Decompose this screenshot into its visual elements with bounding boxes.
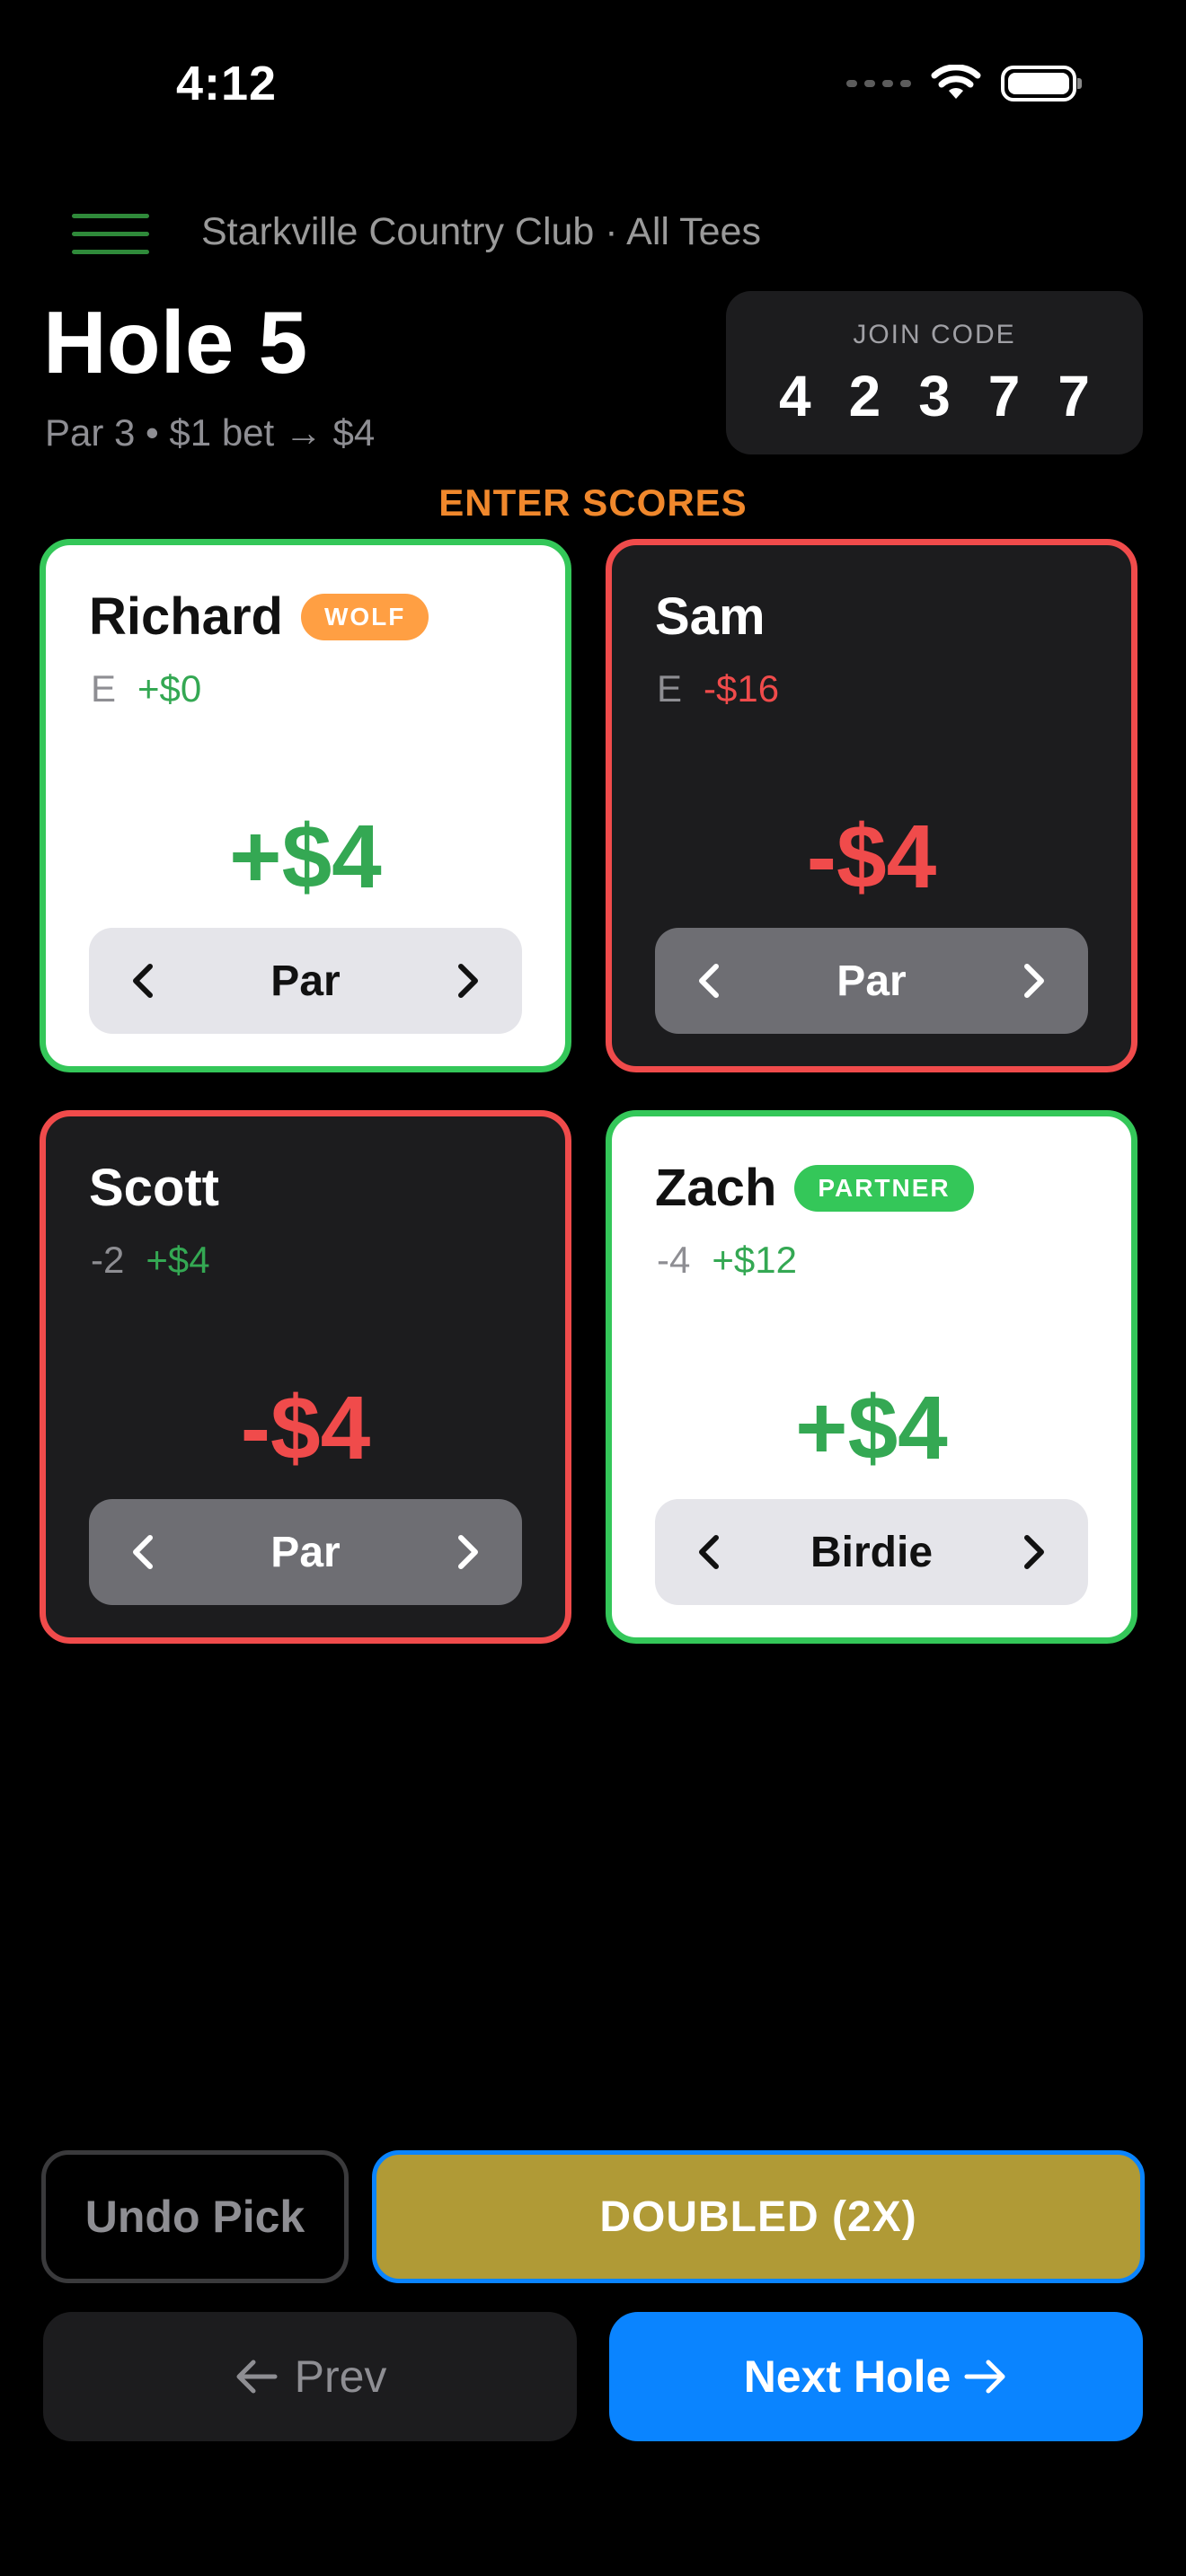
chevron-right-icon[interactable] <box>445 959 488 1002</box>
prev-label: Prev <box>294 2351 387 2402</box>
wolf-badge: WOLF <box>300 593 429 640</box>
score-stepper: Par <box>89 928 522 1034</box>
next-hole-button[interactable]: Next Hole <box>609 2312 1143 2441</box>
score-stepper: Par <box>655 928 1088 1034</box>
hole-amount: +$4 <box>795 1378 948 1478</box>
player-name: Richard <box>89 587 283 646</box>
join-code-digit: 4 <box>779 364 811 428</box>
score-stepper: Par <box>89 1499 522 1605</box>
hole-subtitle: Par 3 • $1 bet → $4 <box>45 411 376 454</box>
player-stats: E +$0 <box>91 667 201 710</box>
score-value: Par <box>836 957 907 1005</box>
join-code-label: JOIN CODE <box>853 320 1016 349</box>
player-name-row: Zach PARTNER <box>655 1158 974 1218</box>
score-value: Par <box>270 1528 341 1576</box>
score-stepper: Birdie <box>655 1499 1088 1605</box>
player-stats: -2 +$4 <box>91 1239 210 1282</box>
player-score: E <box>91 667 117 710</box>
partner-badge: PARTNER <box>794 1164 974 1212</box>
player-score: -4 <box>657 1239 691 1281</box>
player-name-row: Sam <box>655 587 766 647</box>
join-code-digit: 7 <box>1058 364 1090 428</box>
player-money: -$16 <box>704 667 780 710</box>
player-score: E <box>657 667 683 710</box>
hamburger-menu-icon[interactable] <box>72 214 149 255</box>
player-stats: E -$16 <box>657 667 779 710</box>
player-name: Sam <box>655 587 766 646</box>
enter-scores-label: ENTER SCORES <box>438 481 748 524</box>
player-card-zach[interactable]: Zach PARTNER -4 +$12 +$4 Birdie <box>606 1110 1137 1644</box>
score-value: Par <box>270 957 341 1005</box>
arrow-right-icon <box>963 2359 1008 2395</box>
hole-title: Hole 5 <box>43 293 308 392</box>
next-hole-label: Next Hole <box>743 2351 951 2402</box>
course-name: Starkville Country Club · All Tees <box>201 210 761 253</box>
join-code-digits: 4 2 3 7 7 <box>726 363 1143 429</box>
player-name-row: Scott <box>89 1158 219 1218</box>
player-score: -2 <box>91 1239 125 1281</box>
player-money: +$0 <box>137 667 202 710</box>
join-code-digit: 7 <box>987 364 1021 428</box>
chevron-left-icon[interactable] <box>689 1531 732 1574</box>
battery-icon <box>1001 66 1082 101</box>
score-value: Birdie <box>810 1528 934 1576</box>
prev-button[interactable]: Prev <box>43 2312 577 2441</box>
wifi-icon <box>931 65 981 99</box>
undo-pick-button[interactable]: Undo Pick <box>41 2150 349 2283</box>
join-code-digit: 3 <box>918 364 951 428</box>
chevron-left-icon[interactable] <box>689 959 732 1002</box>
player-card-scott[interactable]: Scott -2 +$4 -$4 Par <box>40 1110 571 1644</box>
player-name: Scott <box>89 1159 219 1217</box>
player-name: Zach <box>655 1159 777 1217</box>
cellular-signal-icon <box>846 80 911 87</box>
chevron-right-icon[interactable] <box>1011 959 1054 1002</box>
player-stats: -4 +$12 <box>657 1239 797 1282</box>
chevron-right-icon[interactable] <box>1011 1531 1054 1574</box>
join-code-digit: 2 <box>848 364 881 428</box>
player-card-sam[interactable]: Sam E -$16 -$4 Par <box>606 539 1137 1072</box>
status-icons <box>846 65 1082 102</box>
hole-amount: +$4 <box>229 807 382 907</box>
status-time: 4:12 <box>176 57 278 110</box>
player-card-richard[interactable]: Richard WOLF E +$0 +$4 Par <box>40 539 571 1072</box>
player-money: +$4 <box>146 1239 210 1281</box>
player-money: +$12 <box>712 1239 797 1281</box>
arrow-left-icon <box>234 2359 279 2395</box>
doubled-button[interactable]: DOUBLED (2X) <box>372 2150 1145 2283</box>
chevron-right-icon[interactable] <box>445 1531 488 1574</box>
player-name-row: Richard WOLF <box>89 587 429 647</box>
hole-amount: -$4 <box>806 807 937 907</box>
chevron-left-icon[interactable] <box>123 959 166 1002</box>
chevron-left-icon[interactable] <box>123 1531 166 1574</box>
join-code-box[interactable]: JOIN CODE 4 2 3 7 7 <box>726 291 1143 454</box>
hole-amount: -$4 <box>240 1378 371 1478</box>
